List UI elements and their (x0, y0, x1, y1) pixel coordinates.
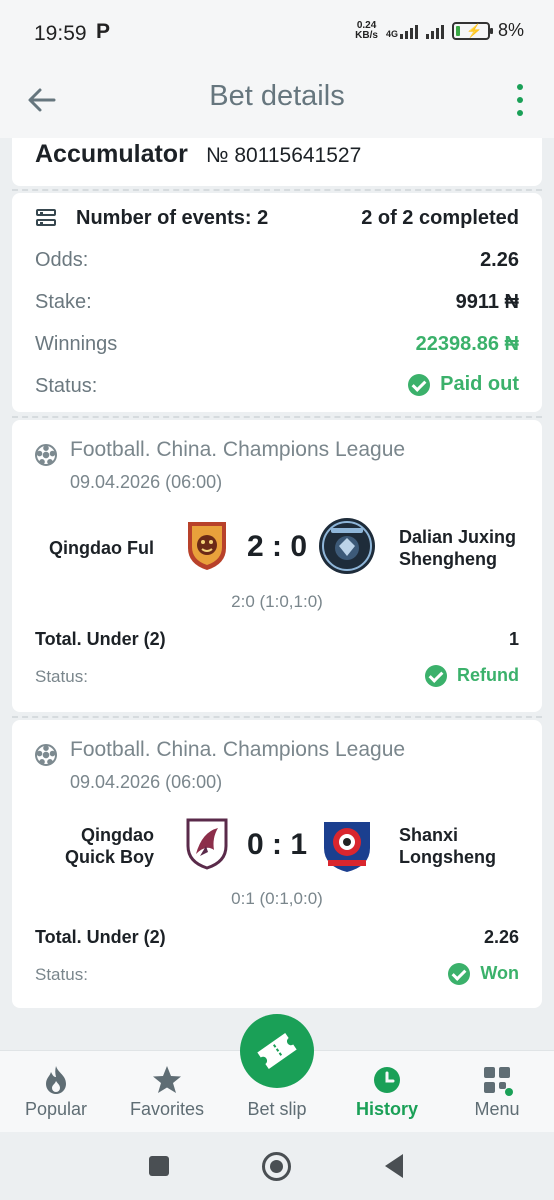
network-speed: 0.24 KB/s (355, 19, 378, 41)
stake-value: 9911 ₦ (455, 291, 519, 313)
football-icon (35, 744, 57, 766)
event-date: 09.04.2026 (06:00) (70, 472, 223, 492)
market-name: Total. Under (2) (35, 629, 166, 649)
event-status-value: Refund (425, 665, 519, 688)
home-team-logo (186, 818, 228, 870)
market-odds: 2.26 (483, 927, 519, 947)
final-score: 0:1 (0:1,0:0) (231, 889, 323, 908)
bet-summary-card: Number of events: 2 2 of 2 completed Odd… (12, 193, 542, 412)
event-date: 09.04.2026 (06:00) (70, 772, 223, 792)
battery-percent: 8% (497, 20, 524, 40)
status-time: 19:59 (34, 22, 87, 45)
recent-apps-button[interactable] (149, 1156, 169, 1176)
odds-label: Odds: (35, 249, 89, 271)
battery-icon: ⚡ (451, 21, 493, 40)
winnings-value: 22398.86 ₦ (415, 333, 519, 355)
stake-label: Stake: (35, 291, 92, 313)
home-team: Qingdao Ful (49, 538, 154, 558)
system-navigation-bar (0, 1132, 554, 1200)
away-team: Shanxi Longsheng (399, 825, 496, 867)
away-team: Dalian Juxing Shengheng (399, 527, 517, 569)
events-list-icon (36, 209, 56, 227)
home-button[interactable] (262, 1152, 291, 1181)
odds-value: 2.26 (480, 249, 519, 271)
check-circle-icon (408, 373, 431, 396)
nav-history[interactable]: History (342, 1051, 432, 1133)
divider (12, 416, 542, 418)
status-label: Status: (35, 375, 98, 397)
away-team-logo (319, 518, 375, 574)
bet-header-card: Accumulator № 80115641527 (12, 138, 542, 186)
market-odds: 1 (508, 629, 519, 649)
events-count: Number of events: 2 (76, 207, 269, 229)
ticket-icon (257, 1033, 297, 1069)
football-icon (35, 444, 57, 466)
bet-slip-button[interactable] (240, 1014, 314, 1088)
more-vertical-icon (517, 84, 523, 90)
home-team-logo (188, 522, 226, 570)
away-team-logo (324, 822, 370, 872)
flame-icon (46, 1066, 66, 1094)
app-notification-icon: P (96, 20, 111, 43)
bet-type: Accumulator (35, 140, 188, 168)
clock-icon (374, 1067, 400, 1093)
nav-menu[interactable]: Menu (452, 1051, 542, 1133)
more-options-button[interactable] (512, 84, 528, 116)
events-completed: 2 of 2 completed (361, 207, 519, 229)
status-value: Paid out (408, 373, 519, 396)
star-icon (153, 1066, 181, 1093)
app-header: Bet details (0, 62, 554, 138)
status-bar: 19:59 P 0.24 KB/s 4G ⚡ 8% (0, 0, 554, 62)
event-status-value: Won (448, 963, 519, 986)
match-score: 2 : 0 (246, 530, 308, 563)
signal-icon (425, 23, 444, 39)
nav-favorites[interactable]: Favorites (118, 1051, 216, 1133)
market-name: Total. Under (2) (35, 927, 166, 947)
event-card[interactable]: Football. China. Champions League 09.04.… (12, 420, 542, 712)
home-team: Qingdao Quick Boy (64, 825, 154, 867)
system-back-button[interactable] (385, 1154, 403, 1178)
final-score: 2:0 (1:0,1:0) (231, 592, 323, 611)
match-score: 0 : 1 (246, 828, 308, 861)
grid-icon (484, 1067, 513, 1096)
event-status-label: Status: (35, 965, 88, 984)
signal-4g-icon: 4G (386, 23, 418, 39)
league-name: Football. China. Champions League (70, 438, 406, 461)
divider (12, 716, 542, 718)
event-status-label: Status: (35, 667, 88, 686)
event-card[interactable]: Football. China. Champions League 09.04.… (12, 720, 542, 1008)
divider (12, 189, 542, 191)
status-indicators: 0.24 KB/s 4G ⚡ 8% (355, 20, 524, 41)
bet-number: № 80115641527 (206, 144, 362, 167)
page-title: Bet details (209, 80, 345, 112)
winnings-label: Winnings (35, 333, 118, 355)
league-name: Football. China. Champions League (70, 738, 406, 761)
check-circle-icon (425, 665, 447, 688)
check-circle-icon (448, 963, 471, 986)
nav-popular[interactable]: Popular (10, 1051, 102, 1133)
